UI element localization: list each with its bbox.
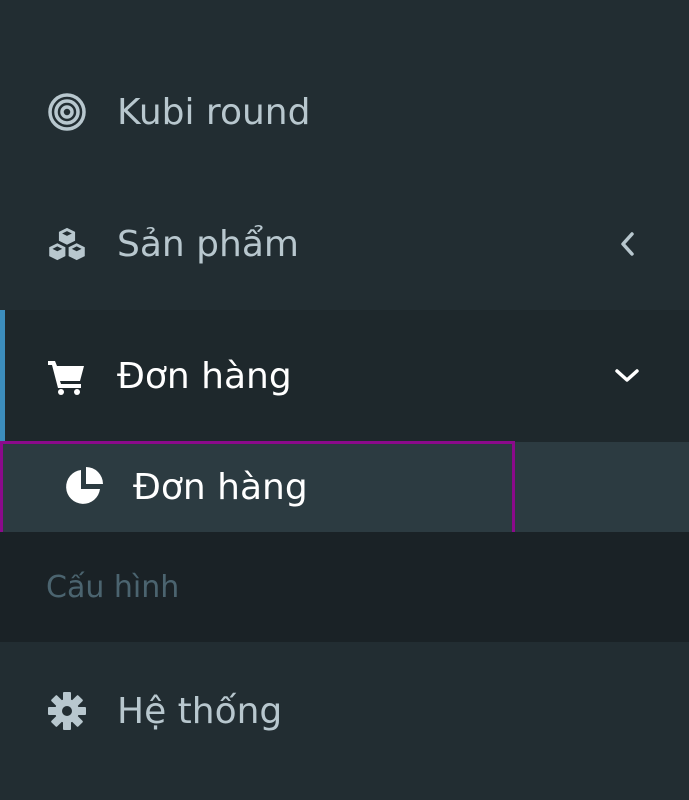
- sidebar-header-cau-hinh: Cấu hình: [0, 532, 689, 642]
- gear-icon: [46, 690, 88, 732]
- sidebar-item-label: Đơn hàng: [117, 355, 292, 397]
- chevron-down-icon[interactable]: [613, 362, 641, 390]
- submenu-don-hang: Đơn hàng: [0, 442, 689, 532]
- chevron-left-icon[interactable]: [613, 230, 641, 258]
- bullseye-icon: [46, 91, 88, 133]
- sidebar-item-san-pham[interactable]: Sản phẩm: [0, 178, 689, 310]
- sidebar-item-label: Hệ thống: [117, 690, 283, 732]
- sidebar-item-he-thong[interactable]: Hệ thống: [0, 642, 689, 780]
- shopping-cart-icon: [46, 355, 88, 397]
- submenu-item-don-hang[interactable]: Đơn hàng: [0, 442, 689, 532]
- sidebar-item-label: Kubi round: [117, 91, 311, 133]
- sidebar-header-label: Cấu hình: [46, 570, 180, 605]
- sidebar-item-label: Sản phẩm: [117, 223, 299, 265]
- pie-chart-icon: [62, 465, 106, 509]
- sidebar-item-kubi-round[interactable]: Kubi round: [0, 46, 689, 178]
- sidebar: Kubi round Sản phẩm Đơn hàng Đơn hàng Cấ…: [0, 0, 689, 800]
- sidebar-item-don-hang[interactable]: Đơn hàng: [0, 310, 689, 442]
- submenu-item-label: Đơn hàng: [133, 466, 308, 508]
- cubes-icon: [46, 223, 88, 265]
